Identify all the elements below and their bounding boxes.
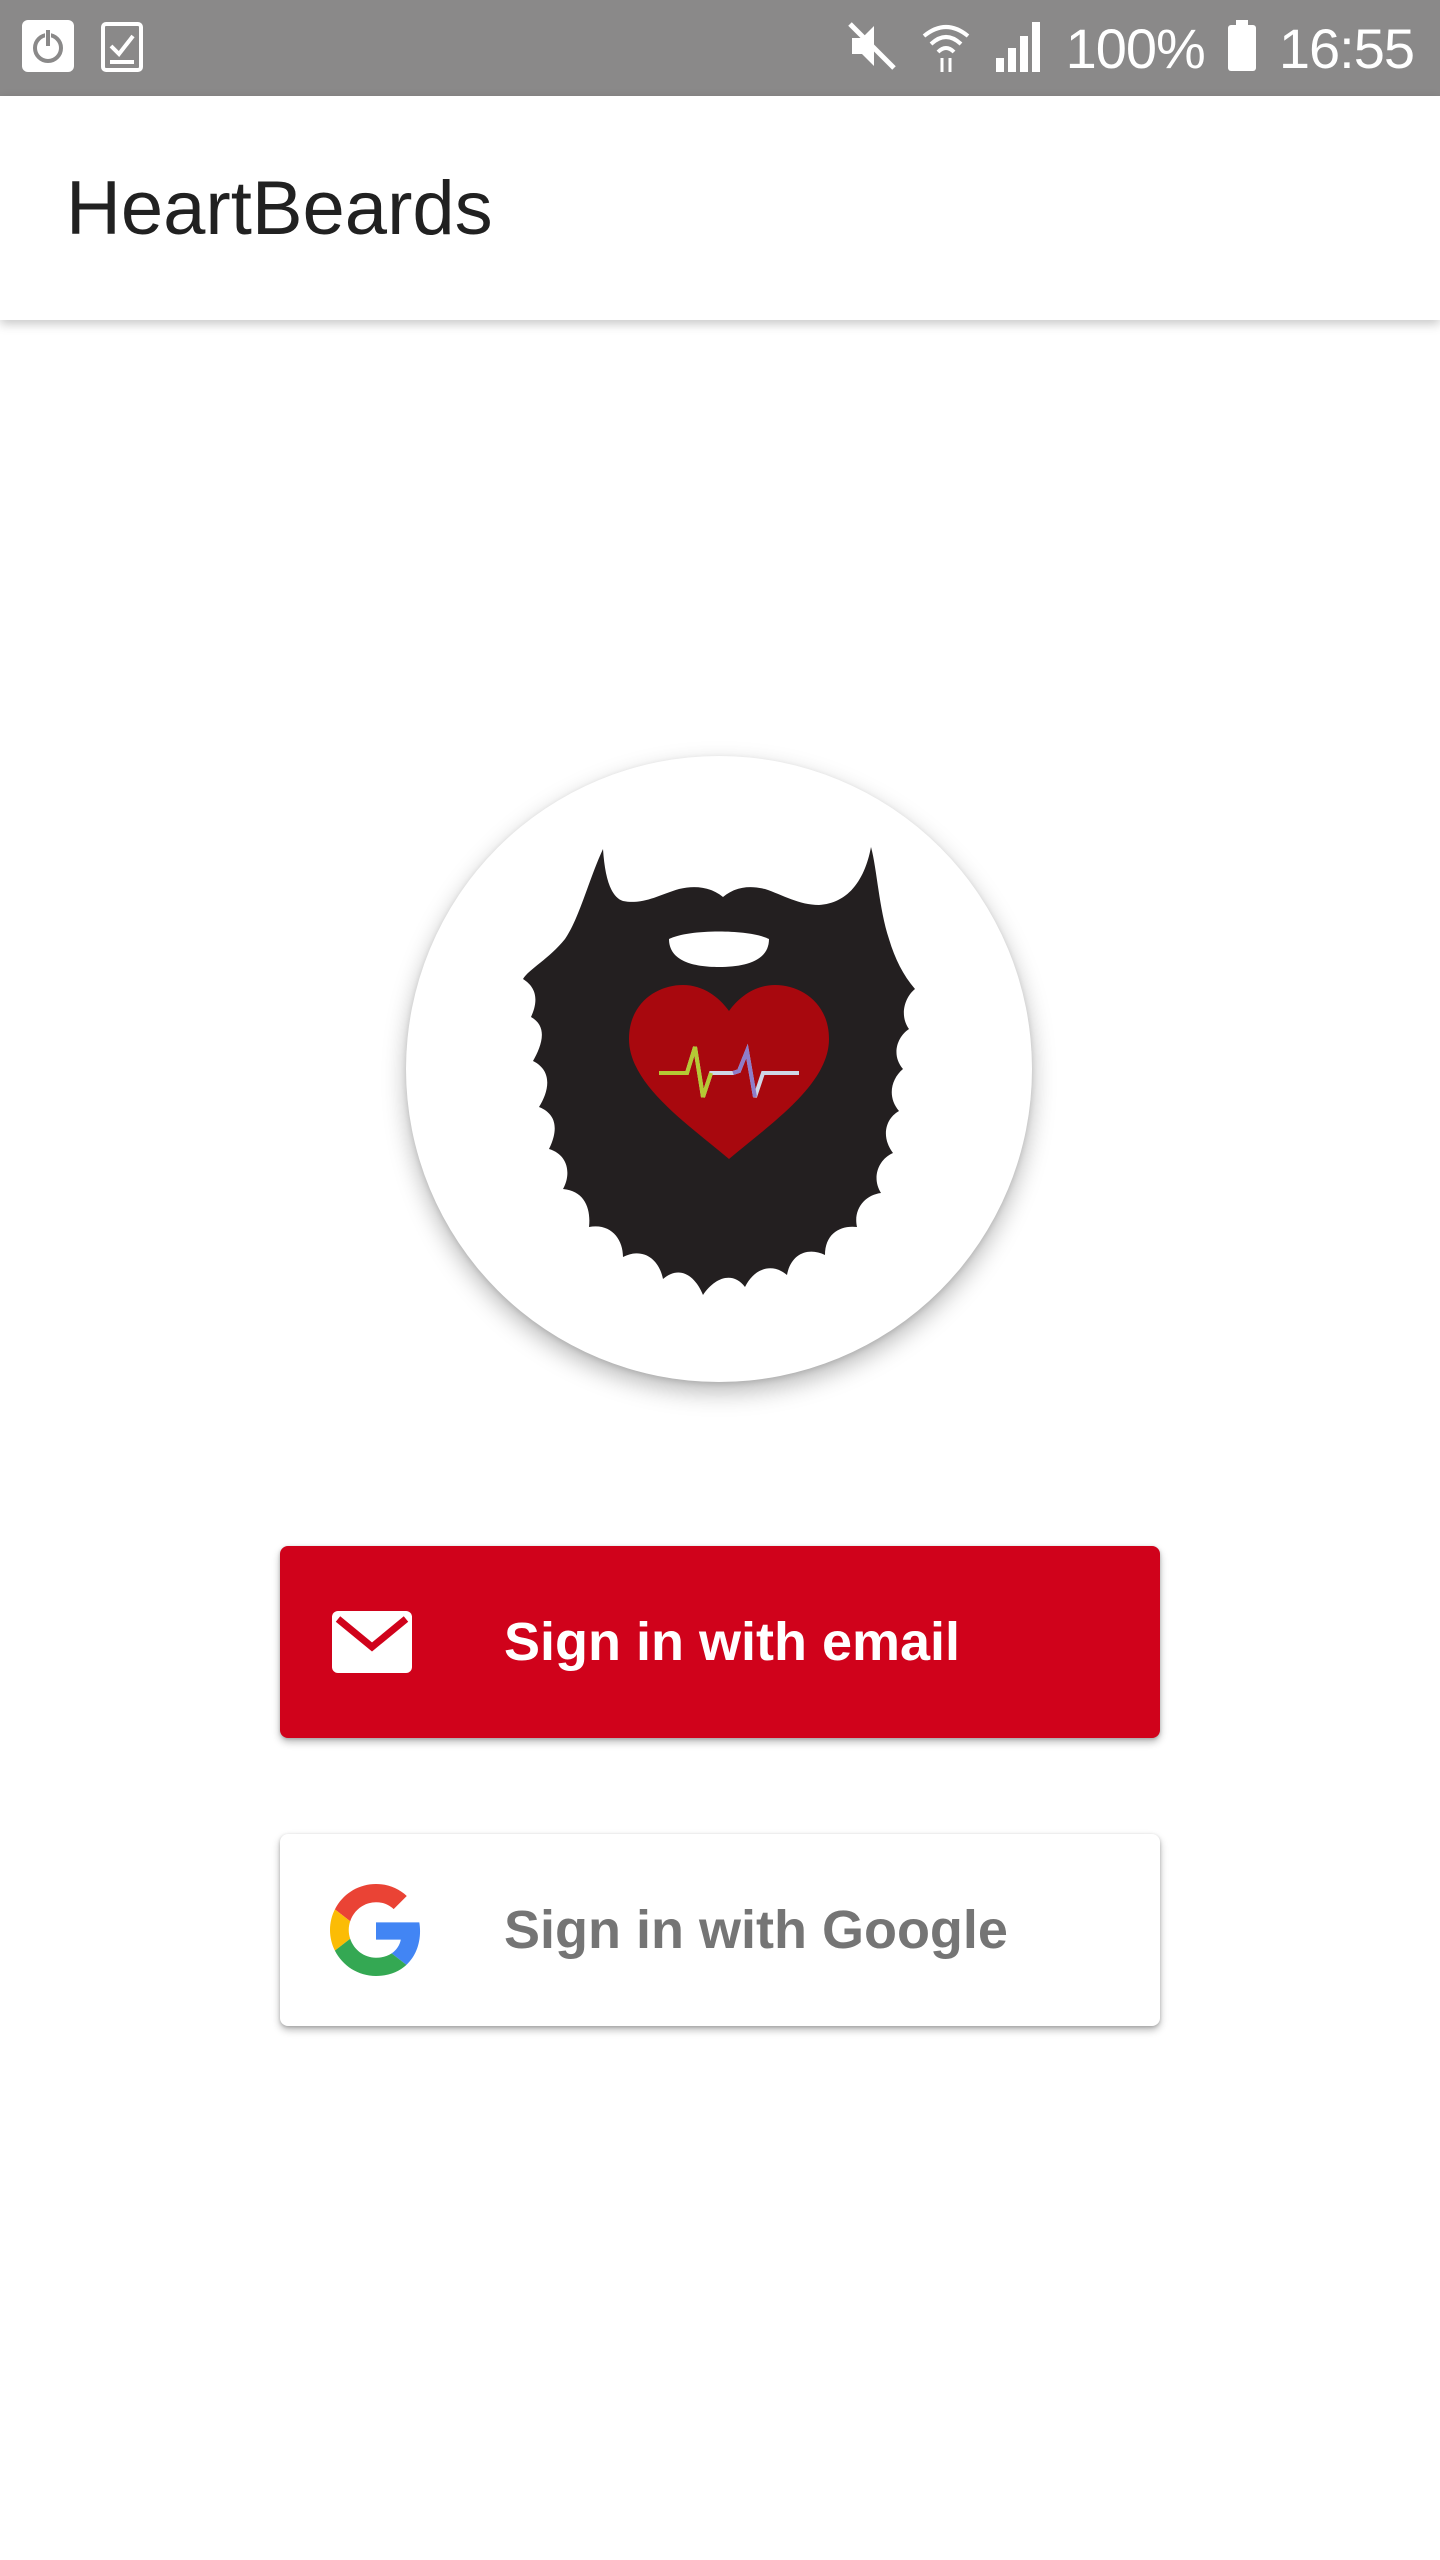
beard-heart-logo-icon [523, 847, 915, 1295]
wifi-icon [920, 18, 972, 79]
sign-in-email-label: Sign in with email [504, 1612, 961, 1672]
sign-in-google-button[interactable]: Sign in with Google [280, 1834, 1160, 2026]
signal-icon [992, 18, 1048, 79]
app-bar: HeartBeards [0, 96, 1440, 320]
app-title: HeartBeards [66, 165, 493, 251]
google-logo-icon [330, 1884, 422, 1976]
status-clock: 16:55 [1278, 16, 1415, 80]
app-logo [406, 756, 1032, 1382]
mail-icon [330, 1609, 414, 1675]
mute-icon [844, 18, 900, 79]
status-bar: 100% 16:55 [0, 0, 1440, 96]
sign-in-screen [0, 320, 1440, 2560]
status-left [20, 18, 168, 79]
sign-in-google-label: Sign in with Google [504, 1900, 1008, 1960]
status-right: 100% 16:55 [824, 16, 1415, 81]
sign-in-email-button[interactable]: Sign in with email [280, 1546, 1160, 1738]
battery-icon [1225, 18, 1259, 79]
task-check-icon [98, 18, 146, 79]
battery-percent: 100% [1065, 16, 1206, 80]
power-icon [20, 18, 76, 79]
